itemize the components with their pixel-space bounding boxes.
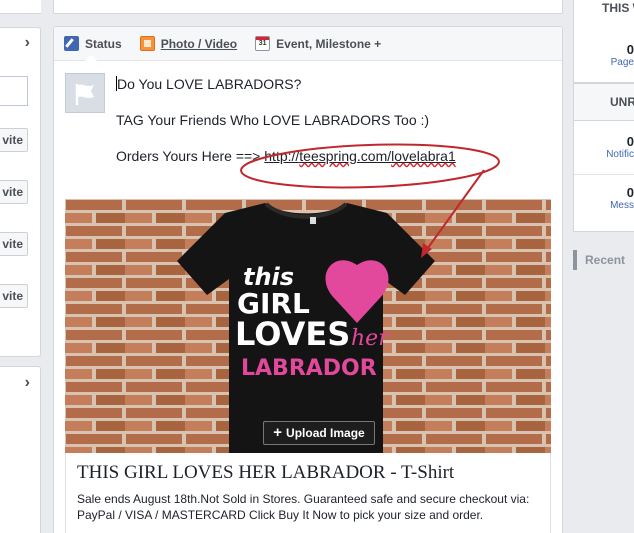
plus-icon: + xyxy=(273,424,283,441)
shirt-word-4: her xyxy=(351,326,390,351)
shirt-preview-image: this GIRL LOVES her LABRADOR + Upload Ima… xyxy=(65,199,551,453)
post-line-1: Do You LOVE LABRADORS? xyxy=(116,76,302,92)
right-column: THIS W 0 Page UNR 0 Notific 0 Mess Recen… xyxy=(573,0,634,533)
unread-card: 0 Notific 0 Mess xyxy=(573,120,634,232)
flag-icon xyxy=(75,84,94,105)
upload-image-button[interactable]: + Upload Image xyxy=(263,421,375,445)
tshirt-graphic: this GIRL LOVES her LABRADOR xyxy=(65,199,551,453)
link-preview-description: Sale ends August 18th.Not Sold in Stores… xyxy=(77,492,530,522)
invite-search-input[interactable] xyxy=(0,76,28,106)
tab-event-milestone-label: Event, Milestone + xyxy=(276,36,382,51)
divider xyxy=(574,174,634,175)
page-stat[interactable]: 0 Page xyxy=(611,42,634,68)
tab-status[interactable]: Status xyxy=(64,36,122,51)
messages-stat[interactable]: 0 Mess xyxy=(610,185,634,211)
chevron-right-icon[interactable]: › xyxy=(25,34,30,52)
post-composer: Status Photo / Video 31 Event, Milestone… xyxy=(53,26,563,533)
tab-photo-video[interactable]: Photo / Video xyxy=(139,36,238,51)
invite-button[interactable]: vite xyxy=(0,128,28,152)
left-invite-card: › vite vite vite vite xyxy=(0,27,41,357)
calendar-icon: 31 xyxy=(255,36,271,51)
avatar xyxy=(65,73,105,113)
unread-header: UNR xyxy=(610,95,634,109)
previous-card-edge xyxy=(53,0,563,14)
invite-button[interactable]: vite xyxy=(0,232,28,256)
post-line-2: TAG Your Friends Who LOVE LABRADORS Too … xyxy=(116,112,430,128)
link-preview-card[interactable]: THIS GIRL LOVES HER LABRADOR - T-Shirt S… xyxy=(65,453,551,533)
link-preview-title: THIS GIRL LOVES HER LABRADOR - T-Shirt xyxy=(77,462,455,483)
this-week-card: THIS W 0 Page xyxy=(573,0,634,83)
composer-tabs: Status Photo / Video 31 Event, Milestone… xyxy=(54,27,562,61)
left-column: › vite vite vite vite › xyxy=(0,0,41,533)
left-secondary-card: › xyxy=(0,366,41,533)
tab-event-milestone[interactable]: 31 Event, Milestone + xyxy=(255,36,381,51)
this-week-header: THIS W xyxy=(602,1,634,15)
active-tab-caret xyxy=(84,55,98,62)
invite-button[interactable]: vite xyxy=(0,284,28,308)
recent-link[interactable]: Recent xyxy=(573,250,634,270)
unread-header-card: UNR xyxy=(573,83,634,121)
chevron-right-icon[interactable]: › xyxy=(25,374,30,392)
tab-status-label: Status xyxy=(85,36,122,51)
shirt-word-5: LABRADOR xyxy=(241,356,377,381)
post-line-3: Orders Yours Here ==> http://teespring.c… xyxy=(116,148,456,164)
tab-photo-video-label: Photo / Video xyxy=(160,36,238,51)
pencil-icon xyxy=(64,36,79,51)
left-top-card-edge xyxy=(0,0,41,14)
shirt-word-3: LOVES xyxy=(235,315,350,353)
teespring-link[interactable]: http://teespring.com/lovelabra1 xyxy=(264,148,455,164)
notifications-stat[interactable]: 0 Notific xyxy=(606,134,634,160)
invite-button[interactable]: vite xyxy=(0,180,28,204)
photo-icon xyxy=(139,36,155,51)
